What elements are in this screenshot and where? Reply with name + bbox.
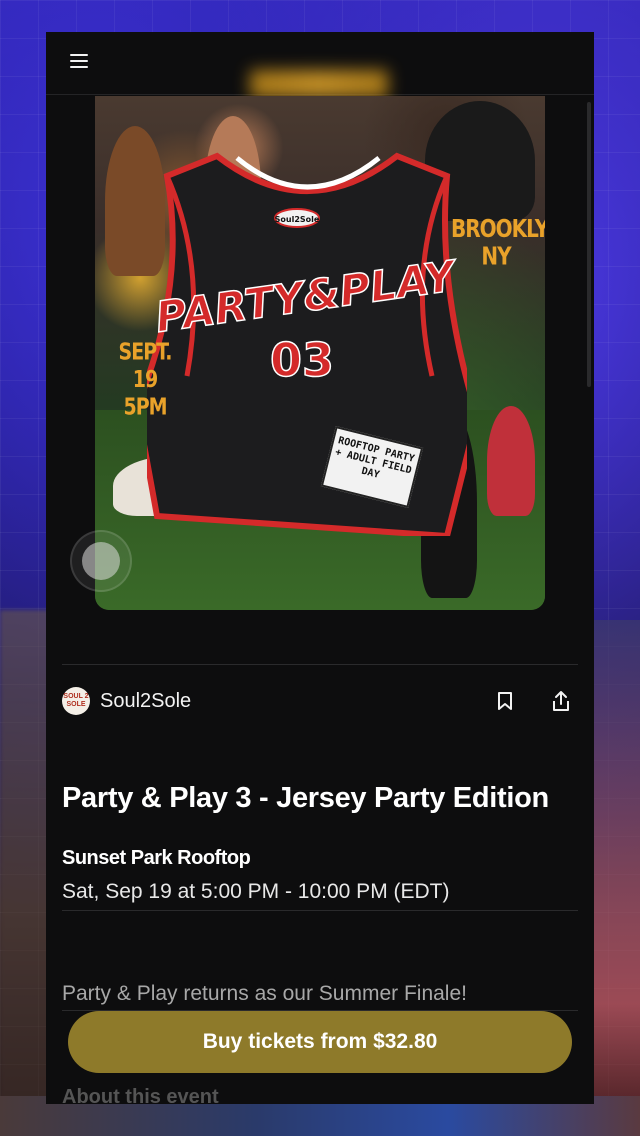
floating-assistive-button[interactable]	[70, 530, 132, 592]
bookmark-button[interactable]	[488, 684, 522, 718]
background-blur-right	[592, 620, 640, 1100]
jersey-graphic: Soul2Sole PARTY&PLAY 03	[147, 152, 467, 536]
buy-tickets-button[interactable]: Buy tickets from $32.80	[68, 1011, 572, 1073]
scrollbar[interactable]	[587, 102, 591, 387]
event-flyer-image: Soul2Sole PARTY&PLAY 03 BROOKLYN, NY SEP…	[95, 96, 545, 610]
jersey-number: 03	[270, 333, 334, 387]
brand-logo	[250, 70, 388, 98]
share-icon	[553, 691, 569, 711]
flyer-person	[487, 406, 535, 516]
organizer-row: SOUL 2 SOLE Soul2Sole	[62, 684, 578, 718]
divider	[62, 664, 578, 665]
jersey-tag: Soul2Sole	[275, 215, 320, 224]
event-venue[interactable]: Sunset Park Rooftop	[62, 847, 251, 870]
share-button[interactable]	[544, 684, 578, 718]
organizer-name[interactable]: Soul2Sole	[100, 690, 191, 713]
organizer-actions	[488, 684, 578, 718]
organizer-avatar[interactable]: SOUL 2 SOLE	[62, 687, 90, 715]
hamburger-menu-icon[interactable]	[70, 54, 88, 68]
flyer-location-text: BROOKLYN, NY	[451, 213, 545, 271]
divider	[62, 910, 578, 911]
event-summary: Party & Play returns as our Summer Final…	[62, 982, 467, 1005]
bookmark-icon	[498, 692, 512, 710]
about-heading: About this event	[62, 1086, 219, 1104]
top-bar	[46, 32, 594, 98]
event-title: Party & Play 3 - Jersey Party Edition	[62, 782, 549, 814]
flyer-date-text: SEPT. 19 5PM	[118, 339, 173, 421]
event-datetime: Sat, Sep 19 at 5:00 PM - 10:00 PM (EDT)	[62, 880, 450, 903]
